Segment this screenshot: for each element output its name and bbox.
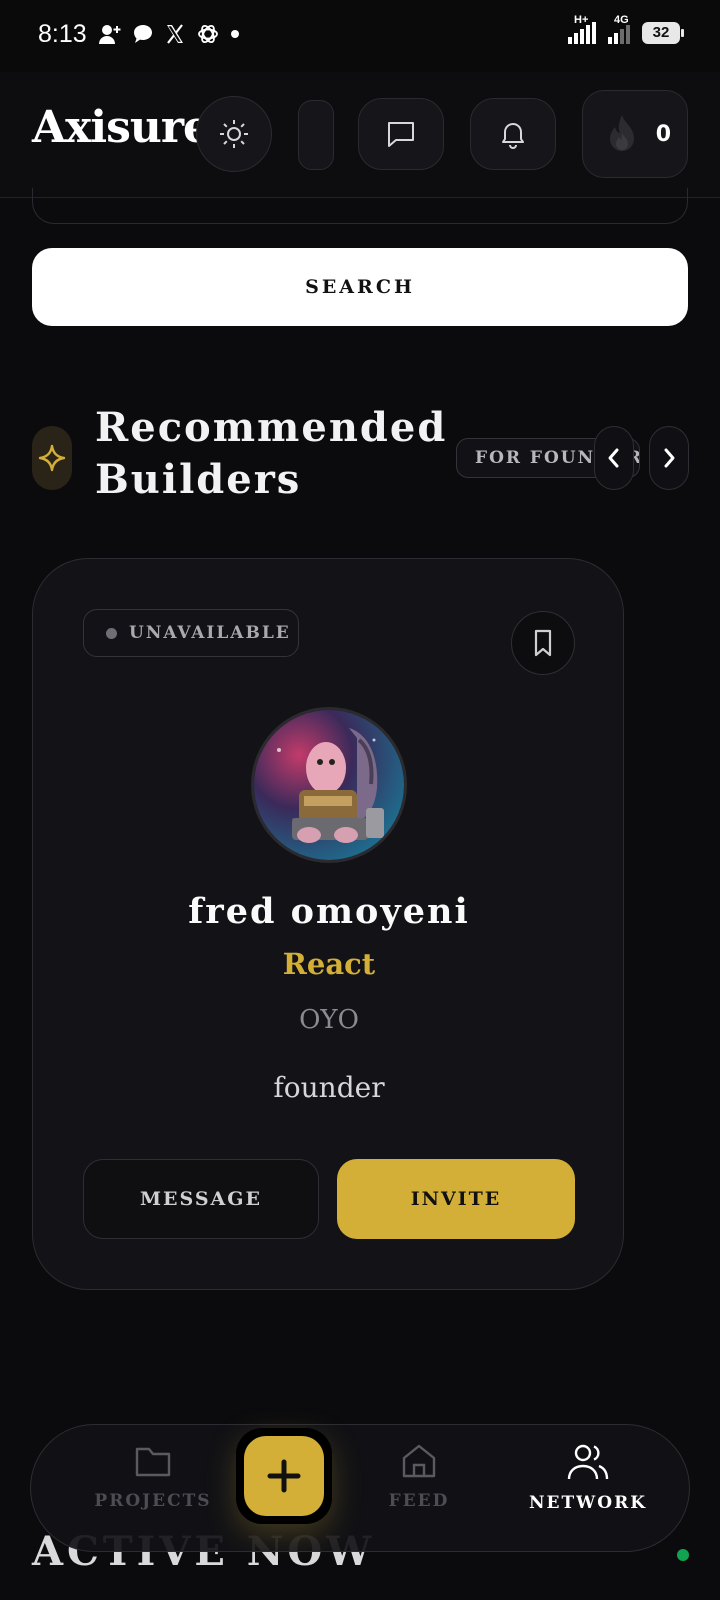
- sparkle-icon: [38, 444, 66, 472]
- x-logo-icon: [164, 23, 186, 51]
- status-time: 8:13: [38, 20, 87, 48]
- create-button-wrapper: [236, 1428, 332, 1524]
- streak-count: 0: [655, 121, 671, 147]
- streak-button[interactable]: 0: [582, 90, 688, 178]
- bookmark-icon: [534, 629, 552, 657]
- status-bar: 8:13 H+ 4G 32: [0, 0, 720, 72]
- builder-skill: React: [282, 947, 376, 981]
- theme-toggle-button[interactable]: [196, 96, 272, 172]
- chevron-left-icon: [608, 448, 619, 468]
- nav-label: NETWORK: [529, 1493, 647, 1513]
- signal-icon: H+: [568, 14, 596, 44]
- section-title: Recommended Builders: [95, 402, 455, 506]
- search-button[interactable]: SEARCH: [32, 248, 688, 326]
- bottom-nav: PROJECTS FEED NETWORK: [30, 1424, 690, 1552]
- battery-icon: 32: [642, 22, 684, 44]
- dot-icon: [230, 23, 240, 51]
- create-button[interactable]: [244, 1436, 324, 1516]
- flame-icon: [610, 115, 634, 151]
- nav-item-network[interactable]: NETWORK: [518, 1441, 658, 1513]
- sun-icon: [220, 120, 248, 148]
- online-status-dot: [677, 1549, 689, 1561]
- carousel-next-button[interactable]: [649, 426, 689, 490]
- nav-item-projects[interactable]: PROJECTS: [83, 1441, 223, 1511]
- nav-label: PROJECTS: [94, 1491, 212, 1511]
- plus-icon: [267, 1459, 301, 1493]
- system-indicators: H+ 4G 32: [568, 14, 684, 44]
- availability-label: UNAVAILABLE: [129, 623, 291, 643]
- invite-button[interactable]: INVITE: [337, 1159, 575, 1239]
- app-logo[interactable]: Axisure: [32, 102, 211, 153]
- availability-badge: UNAVAILABLE: [83, 609, 299, 657]
- bookmark-button[interactable]: [511, 611, 575, 675]
- person-add-icon: [98, 23, 122, 51]
- message-button[interactable]: MESSAGE: [83, 1159, 319, 1239]
- section-title-line: Builders: [95, 456, 302, 503]
- builder-role: founder: [273, 1071, 385, 1104]
- section-title-line: Recommended: [95, 404, 448, 451]
- builder-name: fred omoyeni: [188, 891, 470, 932]
- carousel-prev-button[interactable]: [594, 426, 634, 490]
- signal-icon: 4G: [608, 14, 630, 44]
- status-dot-icon: [106, 627, 117, 639]
- header-menu-button[interactable]: [298, 100, 334, 170]
- avatar[interactable]: [251, 707, 407, 863]
- app-header: Axisure 0: [0, 72, 720, 198]
- search-filter-field[interactable]: [32, 188, 688, 224]
- bell-icon: [502, 123, 524, 149]
- chevron-right-icon: [664, 448, 675, 468]
- chat-bubble-icon: [132, 23, 154, 51]
- builder-card: UNAVAILABLE fred omoyeni React OYO found…: [32, 558, 624, 1290]
- nav-item-feed[interactable]: FEED: [349, 1441, 489, 1511]
- openai-icon: [196, 22, 220, 52]
- users-icon: [567, 1444, 609, 1480]
- builder-location: OYO: [299, 1005, 359, 1035]
- sparkle-badge: [32, 426, 72, 490]
- folder-icon: [135, 1447, 171, 1477]
- messages-button[interactable]: [358, 98, 444, 170]
- nav-label: FEED: [388, 1491, 450, 1511]
- message-square-icon: [388, 122, 414, 147]
- notification-icons: [98, 22, 240, 52]
- home-icon: [402, 1444, 436, 1478]
- notifications-button[interactable]: [470, 98, 556, 170]
